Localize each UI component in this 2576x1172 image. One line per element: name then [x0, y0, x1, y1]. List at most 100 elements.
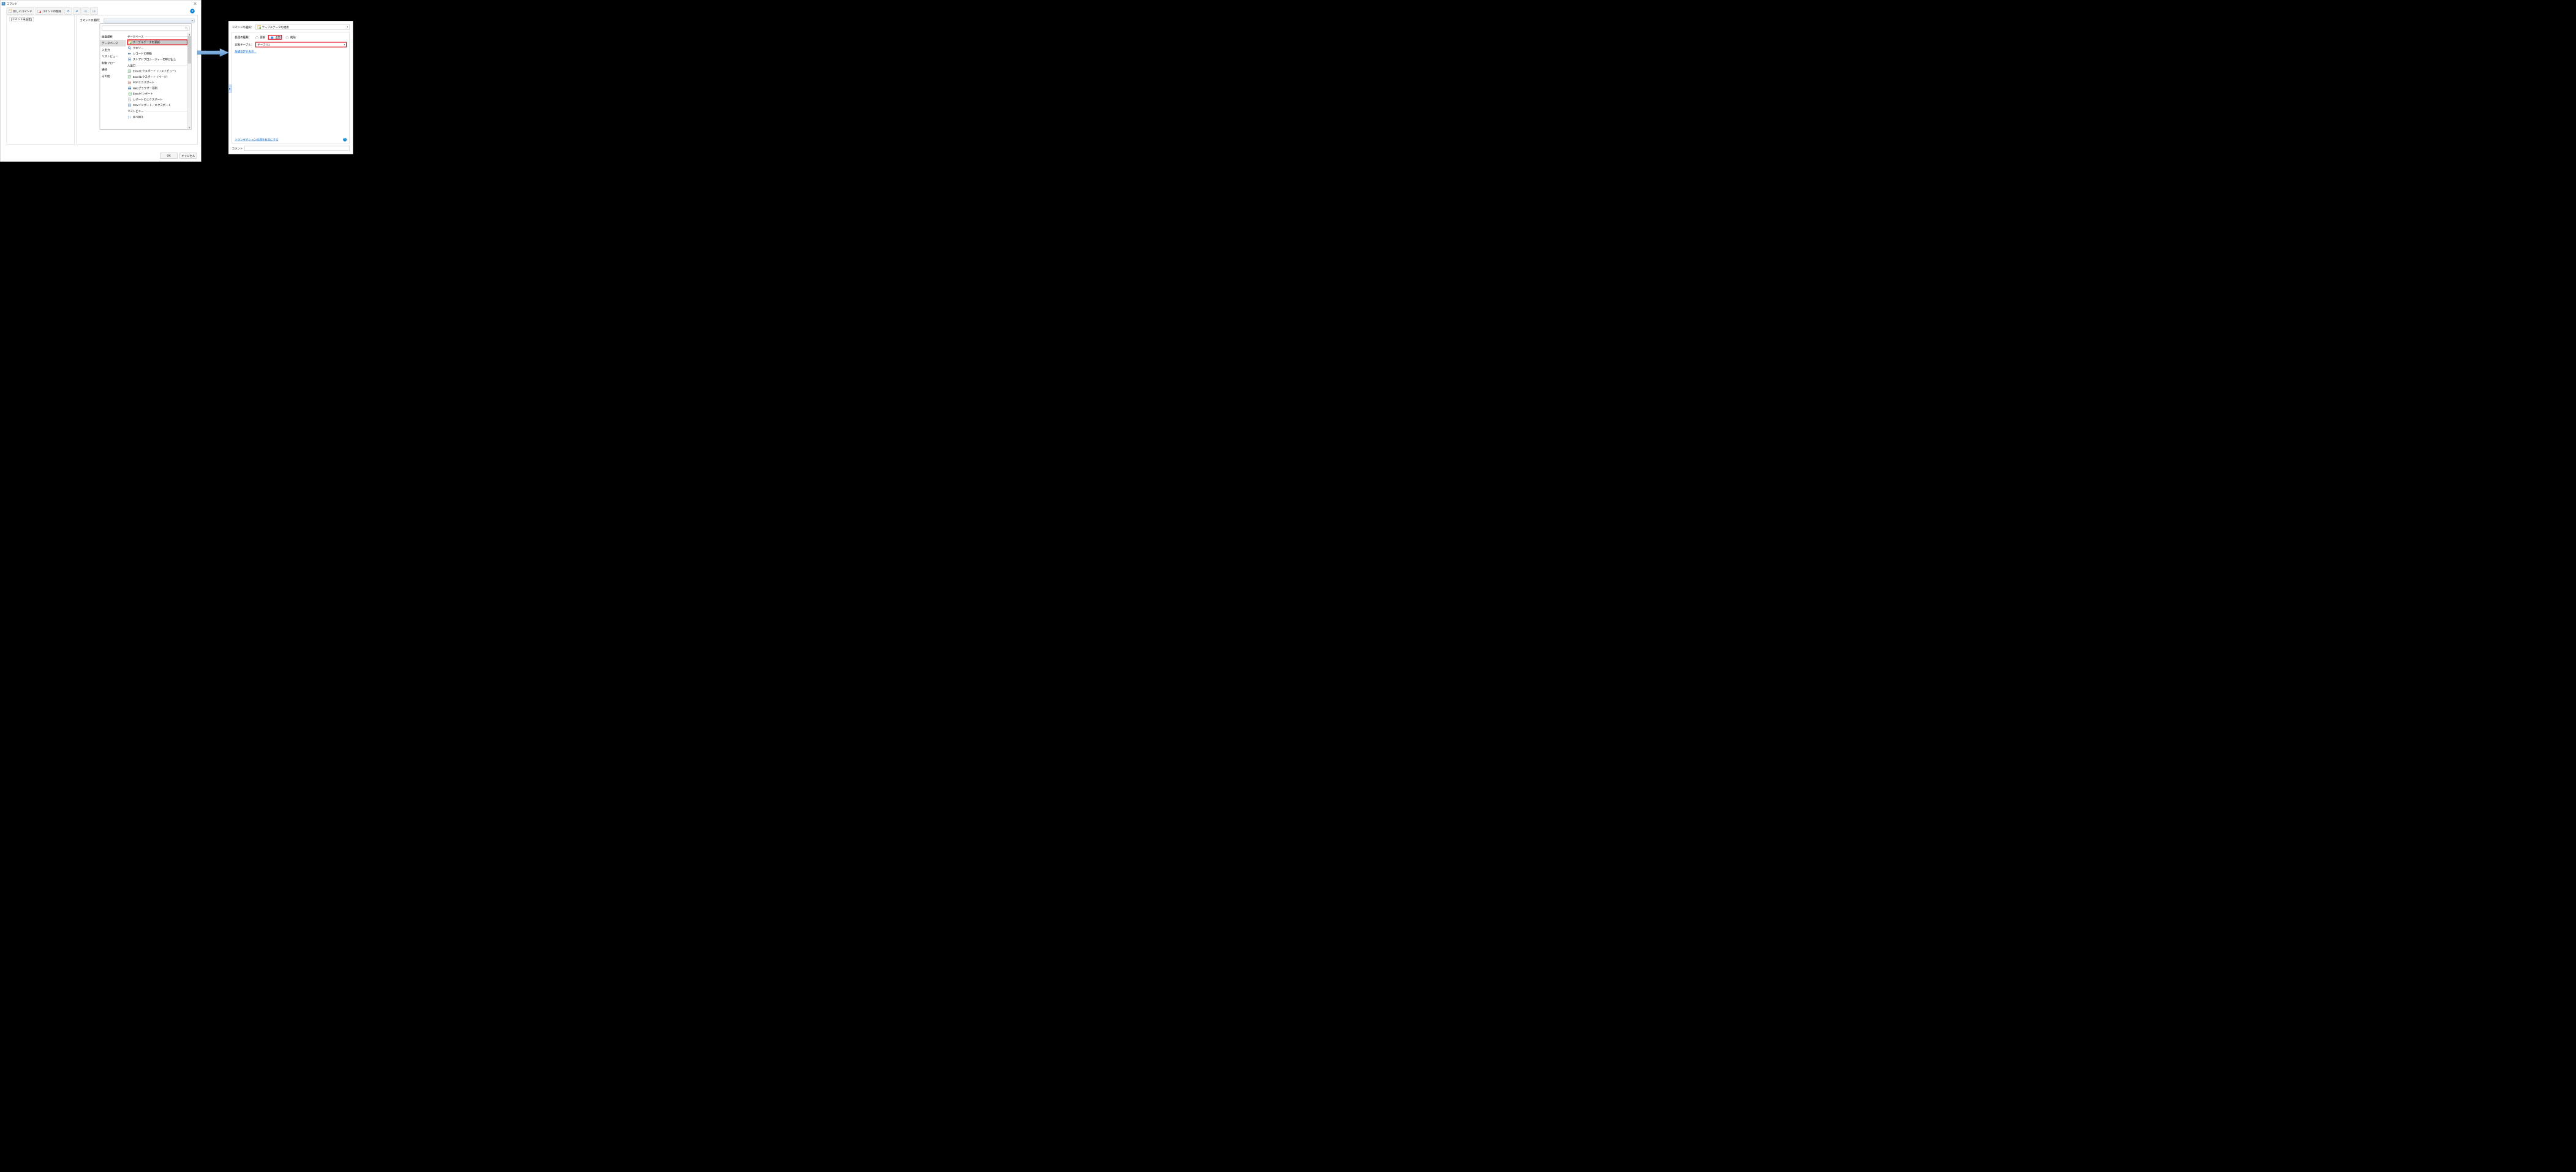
- dropdown-group-header: データベース: [127, 33, 187, 39]
- category-item[interactable]: 入出力: [100, 47, 126, 53]
- item-label: PDFエクスポート: [133, 80, 154, 84]
- command-options-panel: ▶ コマンドの選択： テーブルデータの更新 処理の種類： 更新 追加: [228, 21, 353, 154]
- dropdown-group-header: リストビュー: [127, 108, 187, 114]
- command-selected-value: テーブルデータの更新: [262, 25, 289, 29]
- command-placeholder: [コマンド未設定]: [10, 17, 34, 21]
- item-icon: [128, 46, 132, 50]
- dropdown-item[interactable]: ストアドプロシージャーの呼び出し: [127, 56, 187, 62]
- comment-input[interactable]: [244, 146, 350, 151]
- move-up-button[interactable]: [64, 8, 72, 15]
- category-item[interactable]: 通知: [100, 66, 126, 73]
- item-icon: [128, 97, 132, 101]
- dropdown-item[interactable]: XExcelインポート: [127, 91, 187, 96]
- titlebar: コマンド: [0, 0, 201, 7]
- proc-type-label: 処理の種類：: [235, 36, 251, 39]
- category-item[interactable]: 制御フロー: [100, 59, 126, 66]
- chevron-down-icon: [76, 10, 78, 12]
- category-item[interactable]: リストビュー: [100, 53, 126, 60]
- chevron-up-icon: [67, 10, 70, 12]
- dropdown-scrollbar[interactable]: ▲ ▼: [187, 32, 191, 129]
- item-label: CSVインポート／エクスポート: [133, 103, 171, 107]
- item-icon: AZ: [128, 115, 132, 119]
- command-dropdown-panel: 画面遷移データベース入出力リストビュー制御フロー通知その他 データベーステーブル…: [100, 23, 192, 129]
- category-item[interactable]: データベース: [100, 40, 126, 47]
- item-label: Webブラウザー印刷: [133, 86, 157, 90]
- item-label: Excelエクスポート（ページ）: [133, 75, 169, 78]
- item-icon: X: [128, 69, 132, 73]
- comment-label: コメント: [232, 146, 243, 150]
- item-icon: [128, 104, 132, 107]
- item-icon: [128, 52, 132, 56]
- command-detail-pane: コマンドの選択： 画面遷移データベース入出力リストビュー制御フロー通知その他 デ…: [77, 15, 198, 145]
- item-label: 並べ替え: [133, 115, 144, 119]
- dropdown-item[interactable]: CSVインポート／エクスポート: [127, 102, 187, 108]
- item-label: レコードの移動: [133, 51, 152, 55]
- dropdown-item[interactable]: レコードの移動: [127, 51, 187, 56]
- app-icon: [2, 2, 6, 6]
- expand-tab[interactable]: ▶: [228, 85, 232, 93]
- target-table-value: テーブル1: [257, 43, 269, 47]
- list-icon: [92, 10, 96, 13]
- dropdown-item[interactable]: レポートのエクスポート: [127, 97, 187, 102]
- move-down-button[interactable]: [73, 8, 81, 15]
- delete-command-label: コマンドの削除: [42, 9, 61, 13]
- options-box: 処理の種類： 更新 追加 削除 対象テーブル： テーブル1: [232, 32, 350, 143]
- close-button[interactable]: [190, 1, 200, 7]
- target-table-select[interactable]: テーブル1: [255, 42, 347, 47]
- scroll-down-icon[interactable]: ▼: [187, 126, 191, 129]
- item-icon: X: [128, 92, 132, 96]
- command-select-label-right: コマンドの選択：: [232, 25, 254, 29]
- dropdown-item[interactable]: PDFPDFエクスポート: [127, 80, 187, 85]
- dropdown-item[interactable]: XExcelエクスポート（リストビュー）: [127, 68, 187, 74]
- flow-arrow-icon: [197, 48, 229, 57]
- item-label: クエリー: [133, 46, 144, 50]
- dropdown-item[interactable]: テーブルデータの更新: [127, 39, 187, 45]
- radio-delete[interactable]: 削除: [284, 35, 298, 40]
- cancel-button[interactable]: キャンセル: [179, 153, 197, 159]
- dropdown-group-header: 入出力: [127, 62, 187, 68]
- ok-button[interactable]: OK: [160, 153, 178, 159]
- category-item[interactable]: 画面遷移: [100, 33, 126, 40]
- item-label: Excelインポート: [133, 92, 153, 96]
- dropdown-search-input[interactable]: [102, 26, 189, 31]
- new-command-button[interactable]: 新しいコマンド: [7, 8, 34, 15]
- new-command-icon: [9, 9, 12, 13]
- command-select-combo[interactable]: [104, 18, 194, 23]
- close-icon: [194, 2, 196, 5]
- category-item[interactable]: その他: [100, 73, 126, 80]
- command-selected-combo[interactable]: テーブルデータの更新: [255, 25, 350, 30]
- dropdown-item[interactable]: AZ並べ替え: [127, 114, 187, 119]
- item-icon: X: [128, 75, 132, 78]
- command-select-label: コマンドの選択：: [80, 18, 102, 142]
- radio-add[interactable]: 追加: [268, 35, 282, 40]
- category-list: 画面遷移データベース入出力リストビュー制御フロー通知その他: [100, 32, 126, 129]
- indent-button[interactable]: [82, 8, 89, 15]
- update-table-icon: [257, 25, 261, 29]
- dropdown-item[interactable]: クエリー: [127, 45, 187, 51]
- radio-update[interactable]: 更新: [253, 35, 267, 40]
- delete-command-button[interactable]: コマンドの削除: [36, 8, 63, 15]
- item-icon: PDF: [128, 81, 132, 85]
- dropdown-item[interactable]: XExcelエクスポート（ページ）: [127, 74, 187, 80]
- scroll-thumb[interactable]: [187, 36, 191, 63]
- list-button[interactable]: [91, 8, 98, 15]
- toolbar: 新しいコマンド コマンドの削除 ?: [0, 7, 201, 15]
- svg-text:PDF: PDF: [128, 83, 131, 84]
- help-button[interactable]: ?: [190, 9, 194, 13]
- command-dialog: コマンド 新しいコマンド コマンドの削除 ?: [0, 0, 201, 162]
- item-icon: [128, 58, 132, 61]
- item-icon: [128, 86, 132, 90]
- main-area: [コマンド未設定] コマンドの選択： 画面遷移データベース入出力リストビュー制御…: [0, 15, 201, 148]
- command-list-pane: [コマンド未設定]: [7, 15, 75, 145]
- indent-icon: [84, 10, 87, 13]
- item-label: テーブルデータの更新: [133, 40, 160, 44]
- dialog-title: コマンド: [7, 2, 18, 6]
- item-icon: [128, 40, 132, 44]
- target-table-label: 対象テーブル：: [235, 43, 254, 47]
- help-icon[interactable]: ?: [343, 138, 347, 142]
- transaction-enable-link[interactable]: トランザクション処理を有効にする: [235, 138, 278, 142]
- dropdown-item[interactable]: Webブラウザー印刷: [127, 85, 187, 91]
- new-command-label: 新しいコマンド: [13, 9, 32, 13]
- item-label: ストアドプロシージャーの呼び出し: [133, 58, 176, 61]
- item-label: レポートのエクスポート: [133, 97, 163, 101]
